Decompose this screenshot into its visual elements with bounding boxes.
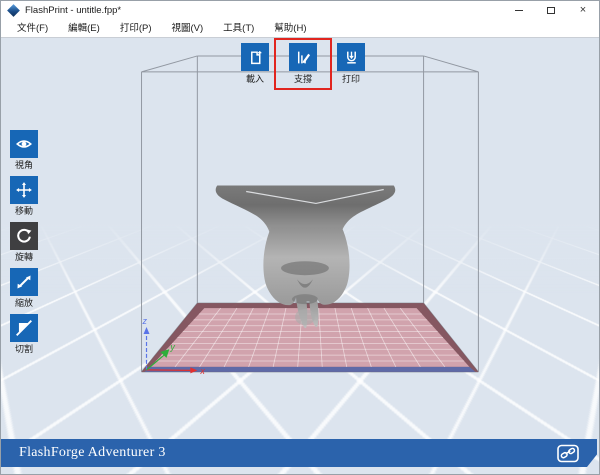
- main-toolbar: 載入 支撐: [231, 43, 375, 85]
- support-label: 支撐: [294, 74, 312, 85]
- rotate-arrow-icon: [15, 227, 33, 245]
- cut-blade-icon: [15, 319, 33, 337]
- minimize-button[interactable]: [503, 1, 535, 20]
- menu-print[interactable]: 打印(P): [110, 20, 162, 38]
- move-arrows-icon: [15, 181, 33, 199]
- menu-bar: 文件(F) 編輯(E) 打印(P) 視圖(V) 工具(T) 幫助(H): [1, 20, 599, 38]
- cut-label: 切割: [15, 344, 33, 355]
- build-scene: x z y: [1, 38, 599, 474]
- cut-button[interactable]: [10, 314, 38, 342]
- menu-tools[interactable]: 工具(T): [213, 20, 264, 38]
- load-button[interactable]: [241, 43, 269, 71]
- app-window: FlashPrint - untitle.fpp* × 文件(F) 編輯(E) …: [0, 0, 600, 475]
- load-file-icon: [247, 49, 264, 66]
- support-button[interactable]: [289, 43, 317, 71]
- connect-machine-button[interactable]: [555, 443, 581, 463]
- model-chin-highlight: [295, 309, 315, 325]
- y-axis-label: y: [169, 342, 175, 352]
- print-icon: [343, 49, 360, 66]
- view-tool: 視角: [9, 130, 39, 171]
- view-button[interactable]: [10, 130, 38, 158]
- window-controls: ×: [503, 1, 599, 20]
- rotate-label: 旋轉: [15, 252, 33, 263]
- printer-name: FlashForge Adventurer 3: [1, 445, 166, 461]
- eye-icon: [15, 135, 33, 153]
- side-toolbar: 視角 移動: [9, 130, 39, 360]
- title-bar: FlashPrint - untitle.fpp* ×: [1, 1, 599, 20]
- view-label: 視角: [15, 160, 33, 171]
- scale-arrow-icon: [15, 273, 33, 291]
- flashprint-logo-icon: [7, 4, 20, 17]
- close-button[interactable]: ×: [567, 1, 599, 20]
- print-button[interactable]: [337, 43, 365, 71]
- print-label: 打印: [342, 74, 360, 85]
- menu-file[interactable]: 文件(F): [7, 20, 58, 38]
- load-tool: 載入: [231, 43, 279, 85]
- print-tool: 打印: [327, 43, 375, 85]
- move-button[interactable]: [10, 176, 38, 204]
- load-label: 載入: [246, 74, 264, 85]
- z-axis-label: z: [142, 316, 148, 326]
- rotate-tool-active: 旋轉: [9, 222, 39, 263]
- move-label: 移動: [15, 206, 33, 217]
- scale-tool: 縮放: [9, 268, 39, 309]
- x-axis-label: x: [199, 366, 205, 376]
- menu-help[interactable]: 幫助(H): [264, 20, 316, 38]
- scale-label: 縮放: [15, 298, 33, 309]
- status-ribbon: FlashForge Adventurer 3: [1, 439, 597, 467]
- z-axis-arrow: [144, 327, 150, 334]
- 3d-viewport[interactable]: x z y: [1, 38, 599, 474]
- scale-button[interactable]: [10, 268, 38, 296]
- menu-view[interactable]: 視圖(V): [161, 20, 213, 38]
- move-tool: 移動: [9, 176, 39, 217]
- window-title: FlashPrint - untitle.fpp*: [25, 5, 121, 16]
- link-icon: [556, 444, 580, 463]
- close-icon: ×: [580, 5, 586, 16]
- maximize-icon: [547, 7, 555, 14]
- rotate-button[interactable]: [10, 222, 38, 250]
- maximize-button[interactable]: [535, 1, 567, 20]
- support-pencil-icon: [295, 49, 312, 66]
- support-tool-highlighted: 支撐: [279, 43, 327, 85]
- minimize-icon: [515, 10, 523, 11]
- cut-tool: 切割: [9, 314, 39, 355]
- menu-edit[interactable]: 編輯(E): [58, 20, 110, 38]
